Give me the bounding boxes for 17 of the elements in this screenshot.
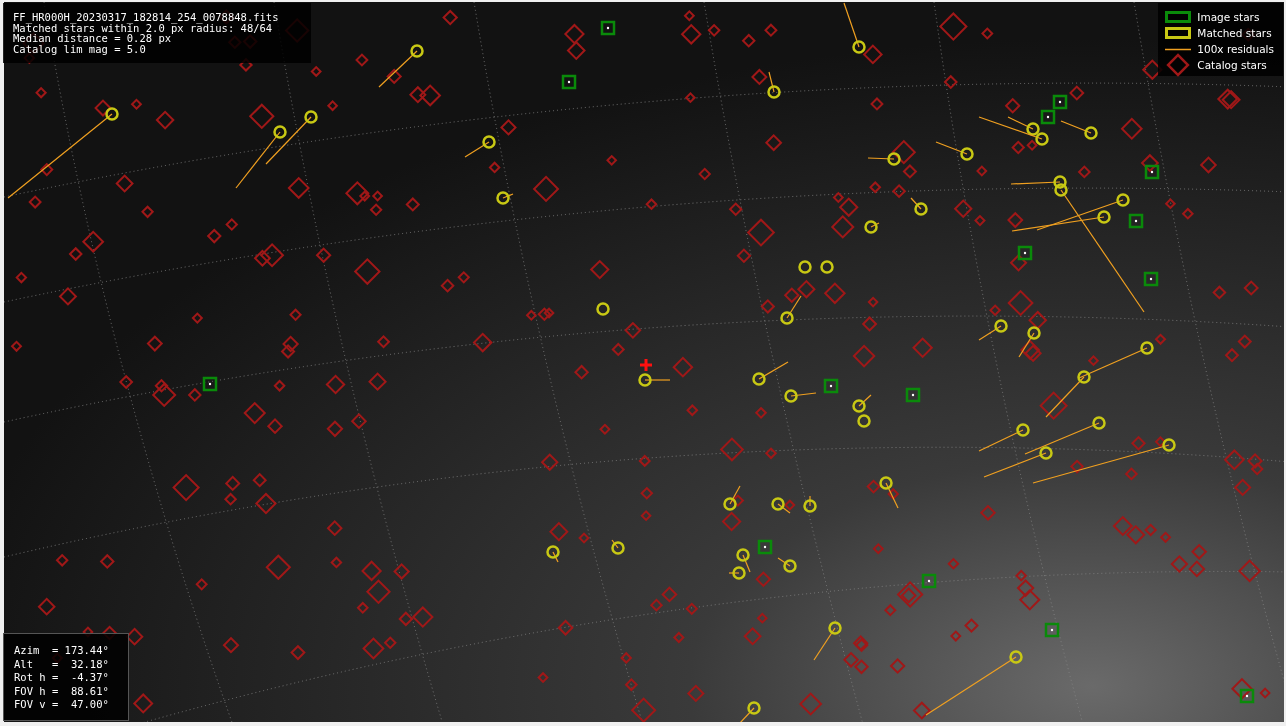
diamond-icon bbox=[1165, 52, 1192, 78]
pointing-text: Azim = 173.44° bbox=[14, 644, 109, 658]
line-icon bbox=[1165, 47, 1192, 51]
pointing-text: FOV v = 47.00° bbox=[14, 698, 109, 712]
info-text: Median distance = 0.28 px bbox=[13, 33, 172, 44]
info-text: Catalog lim mag = 5.0 bbox=[13, 43, 146, 54]
legend-label: 100x residuals bbox=[1197, 43, 1274, 55]
rectangle-icon bbox=[1165, 11, 1192, 23]
legend-label: Matched stars bbox=[1197, 27, 1272, 39]
info-text: Matched stars within 2.0 px radius: 48/64 bbox=[13, 22, 273, 33]
pointing-text: FOV h = 88.61° bbox=[14, 684, 109, 698]
legend-label: Image stars bbox=[1197, 11, 1260, 23]
pointing-text: Alt = 32.18° bbox=[14, 657, 109, 671]
legend-label: Catalog stars bbox=[1197, 59, 1267, 71]
info-text: FF_HR000H_20230317_182814_254_0078848.fits bbox=[13, 12, 279, 23]
pointing-text: Rot h = -4.37° bbox=[14, 671, 109, 685]
rectangle-icon bbox=[1165, 27, 1192, 39]
